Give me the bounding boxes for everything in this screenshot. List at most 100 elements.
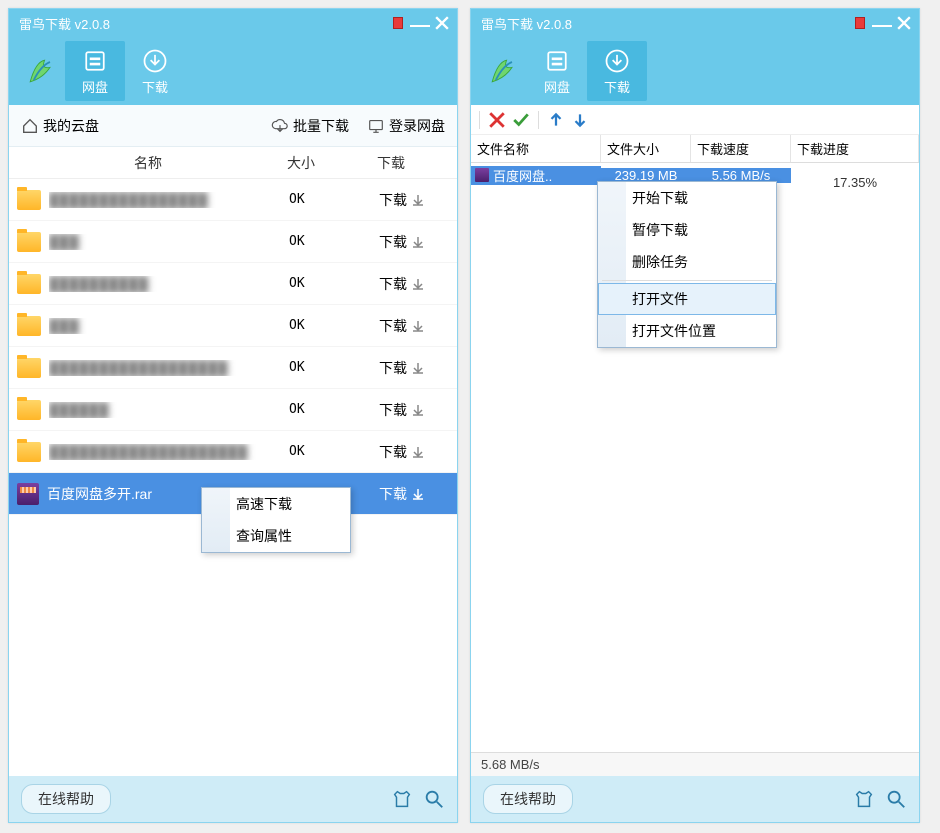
col-speed[interactable]: 下载速度 (691, 135, 791, 162)
download-area: 开始下载暂停下载删除任务打开文件打开文件位置 (471, 187, 919, 752)
close-icon[interactable] (435, 16, 449, 30)
navbar: 网盘 下载 (9, 37, 457, 105)
col-progress[interactable]: 下载进度 (791, 135, 919, 162)
folder-icon (17, 190, 41, 210)
cloud-download-icon (271, 117, 289, 135)
confirm-icon[interactable] (512, 111, 530, 129)
context-menu-item[interactable]: 查询属性 (202, 520, 350, 552)
folder-icon (17, 316, 41, 336)
nav-download[interactable]: 下载 (587, 41, 647, 101)
bottombar: 在线帮助 (471, 776, 919, 822)
download-button[interactable]: 下载 (379, 232, 449, 252)
pin-icon[interactable] (853, 16, 867, 30)
col-filesize[interactable]: 文件大小 (601, 135, 691, 162)
download-toolbar (471, 105, 919, 135)
home-icon (21, 117, 39, 135)
download-button[interactable]: 下载 (379, 400, 449, 420)
app-title: 雷鸟下载 v2.0.8 (15, 14, 389, 33)
download-button[interactable]: 下载 (379, 358, 449, 378)
move-down-icon[interactable] (571, 111, 589, 129)
download-button[interactable]: 下载 (379, 442, 449, 462)
download-button[interactable]: 下载 (379, 274, 449, 294)
minimize-icon[interactable] (871, 16, 893, 30)
close-icon[interactable] (897, 16, 911, 30)
folder-icon (17, 400, 41, 420)
search-icon[interactable] (885, 788, 907, 810)
file-name: ████████████████ (49, 192, 289, 208)
file-size: OK (289, 234, 379, 249)
rar-icon (17, 483, 39, 505)
bottombar: 在线帮助 (9, 776, 457, 822)
titlebar[interactable]: 雷鸟下载 v2.0.8 (9, 9, 457, 37)
file-list[interactable]: ████████████████OK下载███OK下载██████████OK下… (9, 179, 457, 776)
file-name: ██████████ (49, 276, 289, 292)
login-netdisk-button[interactable]: 登录网盘 (367, 116, 445, 136)
col-filename[interactable]: 文件名称 (471, 135, 601, 162)
context-menu-item[interactable]: 删除任务 (598, 246, 776, 278)
delete-icon[interactable] (488, 111, 506, 129)
window-netdisk: 雷鸟下载 v2.0.8 网盘 下载 我的云盘 批量下载 (8, 8, 458, 823)
file-row[interactable]: ████████████████OK下载 (9, 179, 457, 221)
context-menu-right: 开始下载暂停下载删除任务打开文件打开文件位置 (597, 181, 777, 348)
download-button[interactable]: 下载 (379, 190, 449, 210)
nav-netdisk[interactable]: 网盘 (65, 41, 125, 101)
context-menu-item[interactable]: 打开文件 (598, 283, 776, 315)
my-cloud-button[interactable]: 我的云盘 (21, 116, 99, 136)
file-name: ██████ (49, 402, 289, 418)
file-size: OK (289, 402, 379, 417)
context-menu-item[interactable]: 高速下载 (202, 488, 350, 520)
dr-filename: 百度网盘.. (471, 166, 601, 185)
search-icon[interactable] (423, 788, 445, 810)
batch-download-button[interactable]: 批量下载 (271, 116, 349, 136)
context-menu-left: 高速下载查询属性 (201, 487, 351, 553)
file-name: ██████████████████ (49, 360, 289, 376)
nav-download[interactable]: 下载 (125, 41, 185, 101)
app-logo-icon (17, 47, 65, 95)
col-download[interactable]: 下载 (377, 153, 457, 173)
file-row[interactable]: ██████████OK下载 (9, 263, 457, 305)
navbar: 网盘 下载 (471, 37, 919, 105)
titlebar[interactable]: 雷鸟下载 v2.0.8 (471, 9, 919, 37)
folder-icon (17, 232, 41, 252)
nav-netdisk-label: 网盘 (82, 77, 108, 96)
file-row[interactable]: ██████OK下载 (9, 389, 457, 431)
app-title: 雷鸟下载 v2.0.8 (477, 14, 851, 33)
col-name[interactable]: 名称 (9, 153, 287, 173)
file-row[interactable]: ████████████████████OK下载 (9, 431, 457, 473)
folder-icon (17, 442, 41, 462)
nav-download-label: 下载 (604, 77, 630, 96)
window-download: 雷鸟下载 v2.0.8 网盘 下载 (470, 8, 920, 823)
nav-netdisk-label: 网盘 (544, 77, 570, 96)
nav-download-label: 下载 (142, 77, 168, 96)
pin-icon[interactable] (391, 16, 405, 30)
shirt-icon[interactable] (853, 788, 875, 810)
col-size[interactable]: 大小 (287, 153, 377, 173)
download-columns: 文件名称 文件大小 下载速度 下载进度 (471, 135, 919, 163)
help-button[interactable]: 在线帮助 (483, 784, 573, 814)
download-button[interactable]: 下载 (379, 484, 449, 504)
statusbar: 5.68 MB/s (471, 752, 919, 776)
folder-icon (17, 358, 41, 378)
file-size: OK (289, 318, 379, 333)
file-name: ███ (49, 234, 289, 250)
column-header: 名称 大小 下载 (9, 147, 457, 179)
file-row[interactable]: ██████████████████OK下载 (9, 347, 457, 389)
context-menu-item[interactable]: 暂停下载 (598, 214, 776, 246)
toolbar: 我的云盘 批量下载 登录网盘 (9, 105, 457, 147)
move-up-icon[interactable] (547, 111, 565, 129)
file-size: OK (289, 276, 379, 291)
nav-netdisk[interactable]: 网盘 (527, 41, 587, 101)
context-menu-item[interactable]: 开始下载 (598, 182, 776, 214)
rar-icon (475, 168, 489, 182)
minimize-icon[interactable] (409, 16, 431, 30)
file-row[interactable]: ███OK下载 (9, 305, 457, 347)
file-size: OK (289, 192, 379, 207)
shirt-icon[interactable] (391, 788, 413, 810)
context-menu-item[interactable]: 打开文件位置 (598, 315, 776, 347)
help-button[interactable]: 在线帮助 (21, 784, 111, 814)
menu-separator (602, 280, 772, 281)
folder-icon (17, 274, 41, 294)
file-row[interactable]: ███OK下载 (9, 221, 457, 263)
file-size: OK (289, 360, 379, 375)
download-button[interactable]: 下载 (379, 316, 449, 336)
